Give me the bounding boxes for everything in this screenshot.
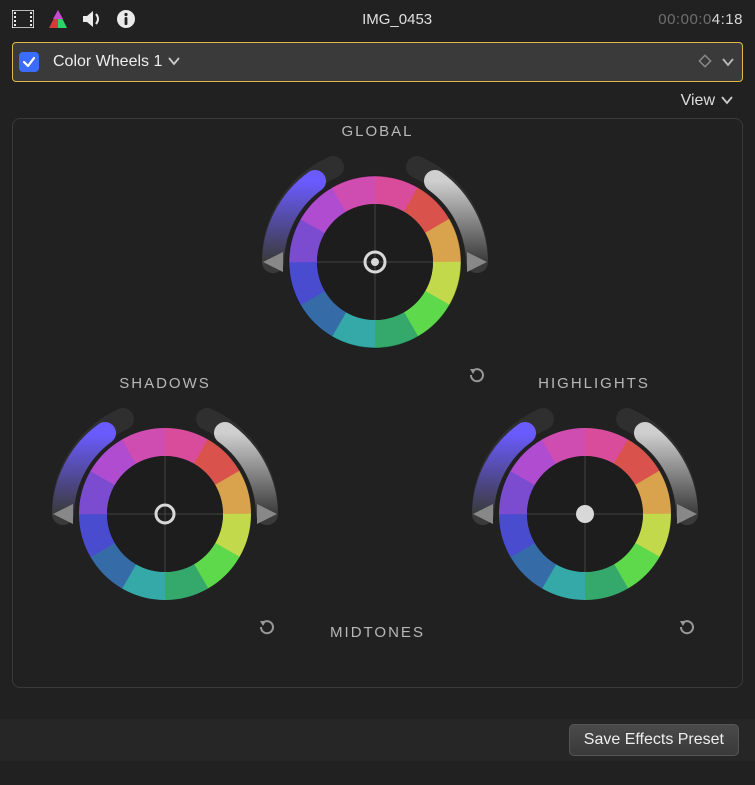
color-wheels-panel: GLOBAL (12, 118, 743, 688)
topbar-tab-icons (12, 9, 136, 29)
wheel-label-highlights: HIGHLIGHTS (484, 375, 704, 392)
wheel-label-shadows: SHADOWS (65, 375, 265, 392)
chevron-down-icon[interactable] (722, 54, 734, 70)
keyframe-controls (698, 54, 734, 71)
correction-bar[interactable]: Color Wheels 1 (12, 42, 743, 82)
timecode-dim: 00:00:0 (658, 11, 712, 28)
clip-title: IMG_0453 (136, 11, 658, 28)
save-effects-preset-button[interactable]: Save Effects Preset (569, 724, 739, 756)
wheel-label-midtones: MIDTONES (13, 624, 742, 641)
correction-name-dropdown[interactable]: Color Wheels 1 (53, 53, 698, 71)
view-row: View (0, 82, 755, 118)
color-wheel-highlights[interactable] (455, 399, 715, 632)
video-tab-icon[interactable] (12, 10, 34, 28)
chevron-down-icon (721, 92, 733, 110)
chevron-down-icon (168, 53, 180, 71)
color-wheel-shadows[interactable] (35, 399, 295, 632)
correction-name-label: Color Wheels 1 (53, 53, 162, 71)
timecode-bright: 4:18 (712, 11, 743, 28)
inspector-footer: Save Effects Preset (0, 719, 755, 761)
info-tab-icon[interactable] (116, 9, 136, 29)
inspector-topbar: IMG_0453 00:00:04:18 (0, 0, 755, 38)
keyframe-diamond-icon[interactable] (698, 54, 712, 71)
timecode: 00:00:04:18 (658, 11, 743, 28)
color-tab-icon[interactable] (48, 9, 68, 29)
view-menu-label: View (681, 92, 715, 110)
wheel-label-global: GLOBAL (13, 123, 742, 140)
view-menu-button[interactable]: View (681, 92, 733, 110)
enable-checkbox[interactable] (19, 52, 39, 72)
color-wheel-global[interactable] (245, 147, 505, 380)
audio-tab-icon[interactable] (82, 10, 102, 28)
